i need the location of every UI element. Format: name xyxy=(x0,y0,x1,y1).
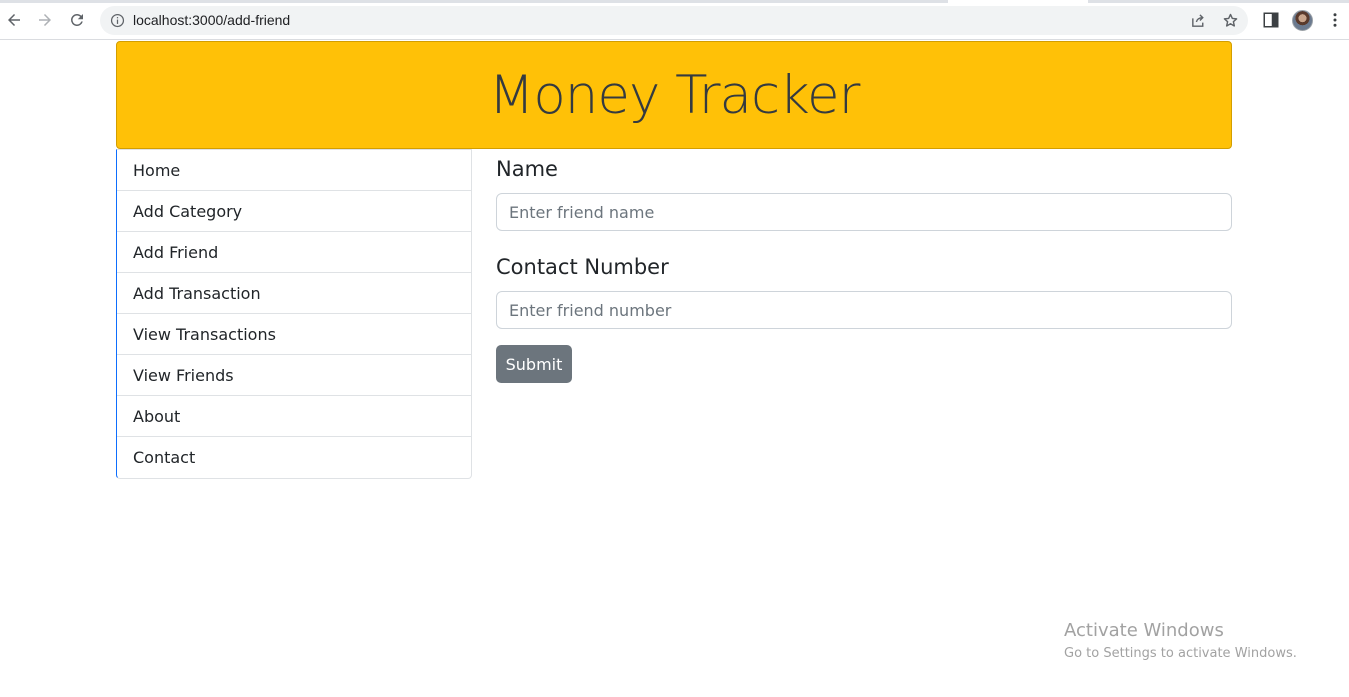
watermark-subtitle: Go to Settings to activate Windows. xyxy=(1064,646,1297,661)
page-title: Money Tracker xyxy=(488,64,861,126)
sidebar-item-home[interactable]: Home xyxy=(117,150,471,191)
active-tab[interactable] xyxy=(948,0,1088,3)
header-banner: Money Tracker xyxy=(116,41,1232,149)
share-icon[interactable] xyxy=(1190,12,1207,29)
reload-icon[interactable] xyxy=(67,10,87,30)
tab-strip xyxy=(0,0,1349,3)
browser-toolbar: localhost:3000/add-friend xyxy=(0,0,1349,40)
contact-number-label: Contact Number xyxy=(496,255,669,279)
name-label: Name xyxy=(496,157,558,181)
profile-avatar[interactable] xyxy=(1292,10,1313,31)
sidebar-item-contact[interactable]: Contact xyxy=(117,437,471,478)
sidebar-item-add-transaction[interactable]: Add Transaction xyxy=(117,273,471,314)
sidebar-item-view-friends[interactable]: View Friends xyxy=(117,355,471,396)
side-panel-icon[interactable] xyxy=(1262,11,1280,29)
info-icon[interactable] xyxy=(110,13,125,28)
submit-button[interactable]: Submit xyxy=(496,345,572,383)
more-vert-icon[interactable] xyxy=(1326,11,1344,29)
sidebar-item-view-transactions[interactable]: View Transactions xyxy=(117,314,471,355)
sidebar-item-add-friend[interactable]: Add Friend xyxy=(117,232,471,273)
sidebar-item-about[interactable]: About xyxy=(117,396,471,437)
sidebar-nav: Home Add Category Add Friend Add Transac… xyxy=(116,149,472,479)
sidebar-item-add-category[interactable]: Add Category xyxy=(117,191,471,232)
watermark-title: Activate Windows xyxy=(1064,620,1224,641)
address-bar[interactable]: localhost:3000/add-friend xyxy=(100,6,1248,35)
star-icon[interactable] xyxy=(1222,12,1239,29)
friend-name-input[interactable] xyxy=(496,193,1232,231)
windows-activation-watermark: Activate Windows Go to Settings to activ… xyxy=(1064,620,1297,661)
back-arrow-icon[interactable] xyxy=(4,10,24,30)
url-text[interactable]: localhost:3000/add-friend xyxy=(133,12,290,28)
forward-arrow-icon[interactable] xyxy=(35,10,55,30)
friend-number-input[interactable] xyxy=(496,291,1232,329)
page-content: Money Tracker Home Add Category Add Frie… xyxy=(0,41,1349,697)
